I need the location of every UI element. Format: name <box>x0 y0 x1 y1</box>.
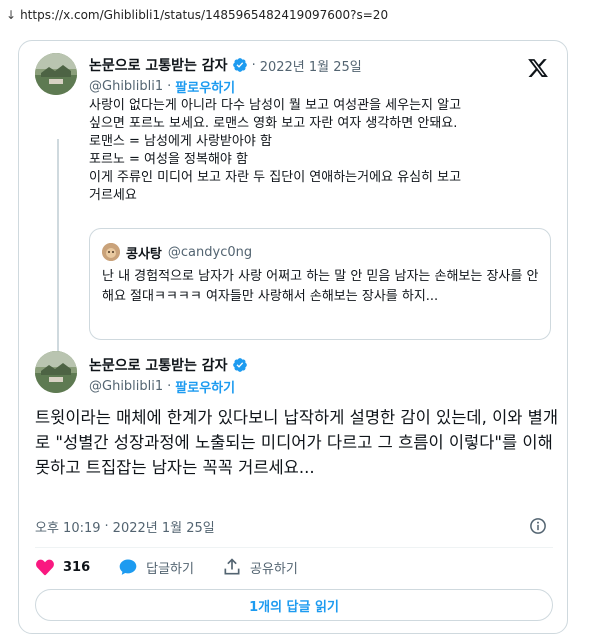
reply-bubble-icon <box>119 559 137 575</box>
separator-dot: · <box>251 57 256 73</box>
separator-dot: · <box>104 519 109 534</box>
separator-dot: · <box>167 379 172 394</box>
quote-avatar <box>102 243 120 261</box>
quote-avatar-image <box>102 243 120 261</box>
verified-badge-icon <box>232 358 247 372</box>
timestamp[interactable]: 2022년 1월 25일 <box>260 56 362 75</box>
quote-text: 난 내 경험적으로 남자가 사랑 어쩌고 하는 말 안 믿음 남자는 손해보는 … <box>102 269 539 304</box>
avatar[interactable] <box>35 351 77 393</box>
handle[interactable]: @Ghiblibli1 <box>89 79 163 94</box>
display-name[interactable]: 논문으로 고통받는 감자 <box>89 355 228 375</box>
quoted-tweet[interactable]: 콩사탕 @candyc0ng 난 내 경험적으로 남자가 사랑 어쩌고 하는 말… <box>89 228 551 340</box>
like-button[interactable]: 316 <box>35 557 90 577</box>
separator-dot: · <box>167 79 172 94</box>
tweet-time[interactable]: 오후 10:19 <box>35 517 101 536</box>
url-line: ↓ https://x.com/Ghiblibli1/status/148596… <box>6 8 388 22</box>
thread-line <box>57 139 59 379</box>
avatar-image <box>35 351 77 393</box>
reply-label: 답글하기 <box>146 561 194 577</box>
verified-badge-icon <box>232 58 247 72</box>
tweet-date[interactable]: 2022년 1월 25일 <box>113 517 215 536</box>
author-row: 논문으로 고통받는 감자 · 2022년 1월 25일 <box>89 55 362 75</box>
follow-button[interactable]: 팔로우하기 <box>175 77 235 96</box>
url-text[interactable]: https://x.com/Ghiblibli1/status/14859654… <box>20 8 388 22</box>
handle-row: @Ghiblibli1 · 팔로우하기 <box>89 377 235 396</box>
tweet-card: 논문으로 고통받는 감자 · 2022년 1월 25일 @Ghiblibli1 … <box>18 40 568 634</box>
quote-handle: @candyc0ng <box>167 245 253 260</box>
reply-button[interactable]: 답글하기 <box>118 557 194 577</box>
heart-icon <box>36 559 54 576</box>
divider <box>35 547 553 548</box>
avatar-image <box>35 53 77 95</box>
author-row: 논문으로 고통받는 감자 <box>89 355 248 375</box>
share-label: 공유하기 <box>249 561 298 577</box>
follow-button[interactable]: 팔로우하기 <box>175 377 235 396</box>
info-icon[interactable] <box>529 517 547 535</box>
quote-display-name: 콩사탕 <box>126 247 162 262</box>
handle-row: @Ghiblibli1 · 팔로우하기 <box>89 77 235 96</box>
main-tweet-text: 트윗이라는 매체에 한계가 있다보니 납작하게 설명한 감이 있는데, 이와 별… <box>35 408 559 477</box>
action-bar: 316 답글하기 공유하기 <box>35 557 326 577</box>
tweet-text: 사랑이 없다는게 아니라 다수 남성이 뭘 보고 여성관을 세우는지 알고 싶으… <box>89 98 462 203</box>
tweet-meta: 오후 10:19 · 2022년 1월 25일 <box>35 517 215 536</box>
x-logo-icon[interactable] <box>527 57 549 79</box>
read-replies-button[interactable]: 1개의 답글 읽기 <box>35 589 553 621</box>
quote-author-row: 콩사탕 @candyc0ng <box>126 243 252 262</box>
download-arrow-icon: ↓ <box>6 8 17 22</box>
like-count: 316 <box>63 559 91 575</box>
handle[interactable]: @Ghiblibli1 <box>89 379 163 394</box>
share-upload-icon <box>224 558 240 575</box>
share-button[interactable]: 공유하기 <box>222 557 298 577</box>
display-name[interactable]: 논문으로 고통받는 감자 <box>89 55 228 75</box>
avatar[interactable] <box>35 53 77 95</box>
